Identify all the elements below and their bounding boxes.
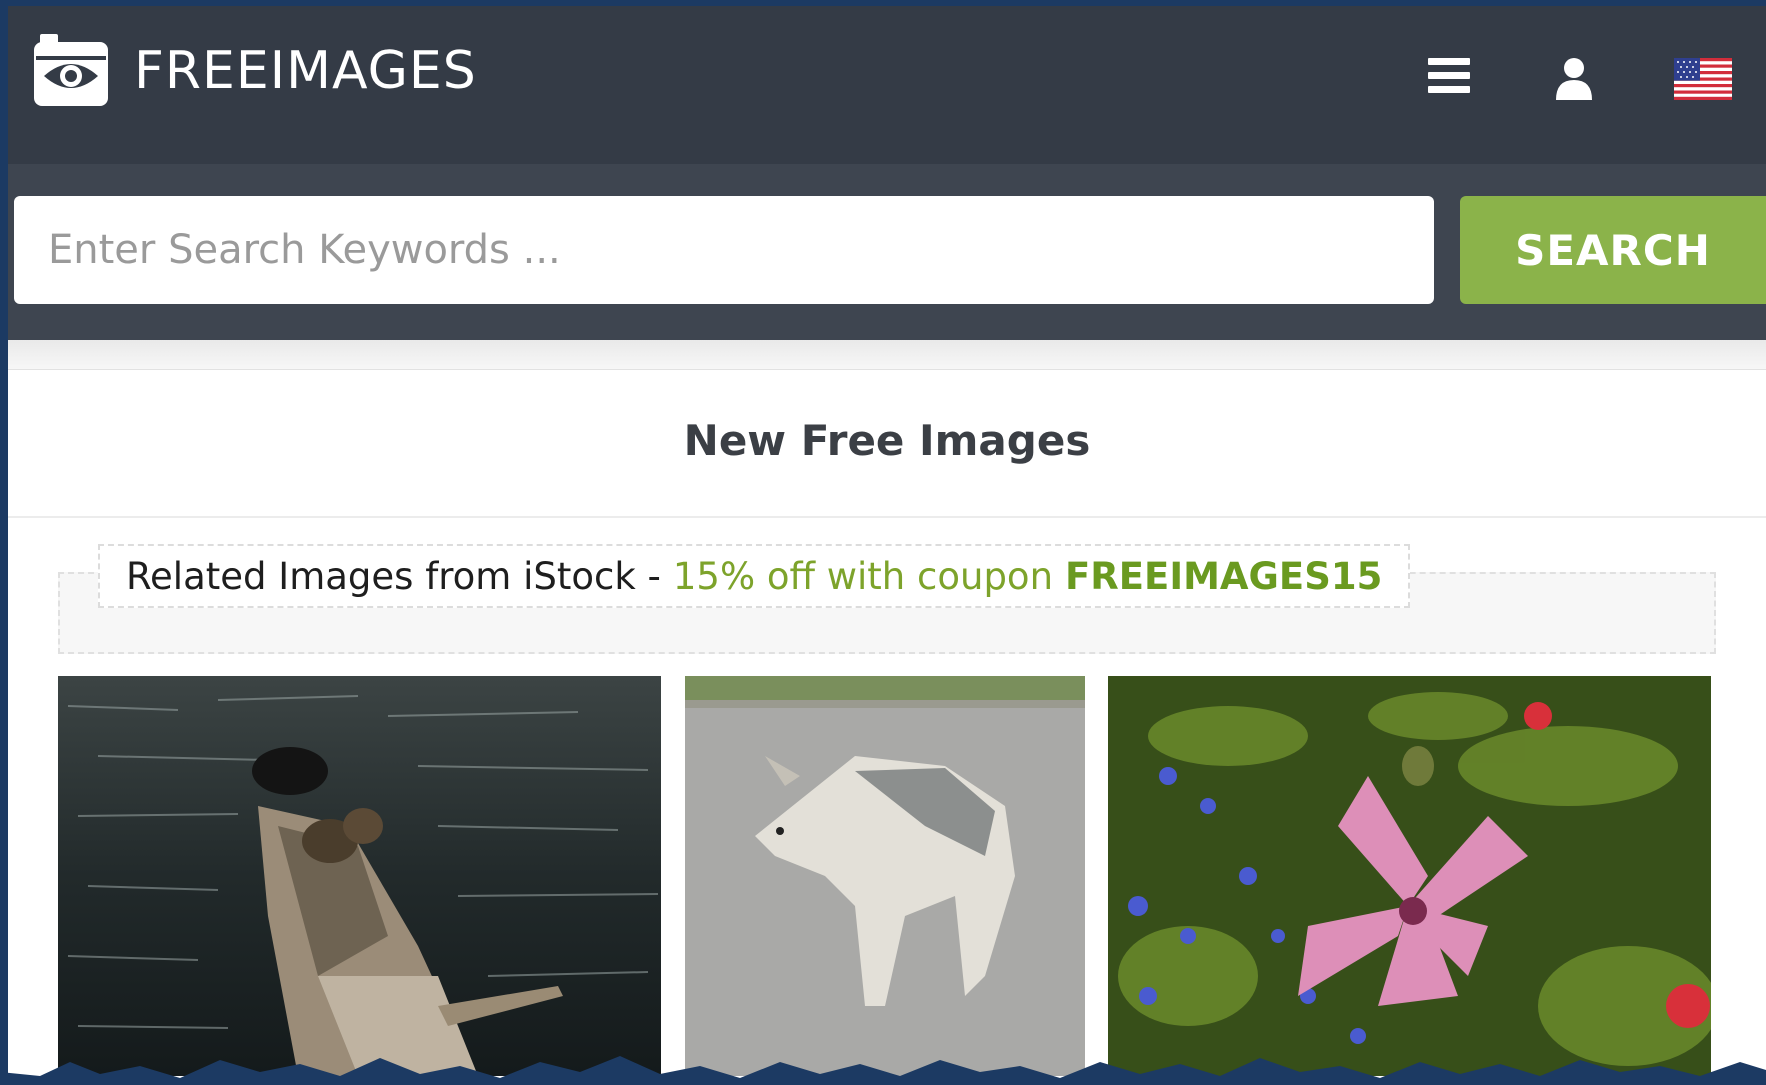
istock-banner[interactable]: Related Images from iStock - 15% off wit… bbox=[98, 544, 1411, 608]
torn-edge-decoration bbox=[0, 1056, 1766, 1085]
header-shadow bbox=[8, 340, 1766, 370]
thumbnail-grey-wolf[interactable] bbox=[685, 676, 1085, 1076]
brand-name: FREEIMAGES bbox=[134, 41, 477, 101]
istock-label: Related Images from iStock - bbox=[126, 554, 661, 598]
istock-coupon-code: FREEIMAGES15 bbox=[1065, 554, 1383, 598]
logo-link[interactable]: FREEIMAGES bbox=[30, 30, 477, 112]
search-button[interactable]: SEARCH bbox=[1460, 196, 1766, 304]
top-navbar: FREEIMAGES bbox=[8, 6, 1766, 164]
section-divider bbox=[8, 516, 1766, 518]
search-input[interactable] bbox=[14, 196, 1434, 304]
hamburger-menu-icon[interactable] bbox=[1428, 58, 1470, 94]
camera-eye-logo-icon bbox=[34, 34, 108, 106]
search-band: SEARCH bbox=[8, 164, 1766, 340]
user-icon[interactable] bbox=[1554, 56, 1594, 100]
page-frame: FREEIMAGES Enter Search Keywords ... SEA… bbox=[8, 6, 1766, 1085]
section-title: New Free Images bbox=[683, 416, 1091, 465]
us-flag-icon[interactable] bbox=[1674, 58, 1732, 100]
thumbnail-ducks-on-log[interactable] bbox=[58, 676, 661, 1076]
thumbnail-pink-flower[interactable] bbox=[1108, 676, 1711, 1076]
istock-promo: 15% off with coupon bbox=[672, 554, 1054, 598]
